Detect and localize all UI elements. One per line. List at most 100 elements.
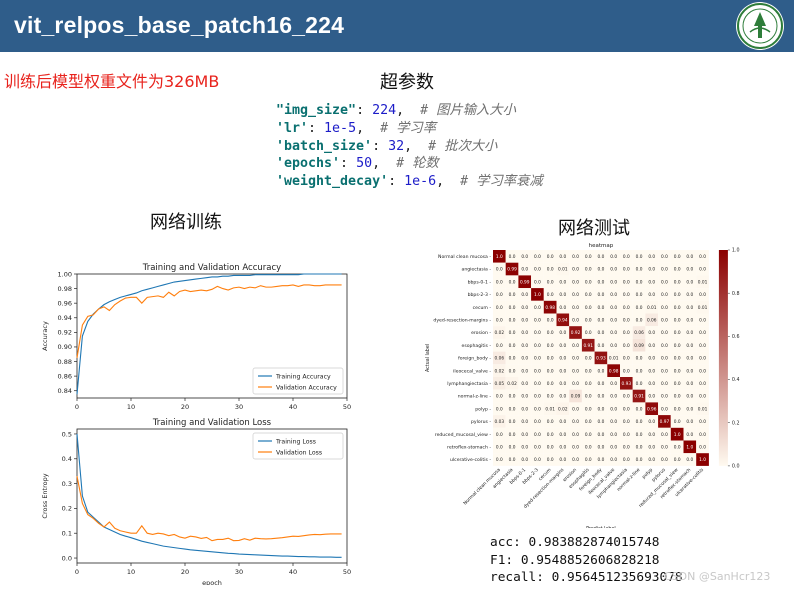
heatmap-cell-label: 0.0 [509,356,516,362]
x-tick-label: 30 [235,403,243,411]
heatmap-cell-label: 0.0 [496,444,503,450]
heatmap-cell-label: 0.0 [598,292,605,298]
heatmap-cell-label: 0.0 [585,394,592,400]
hyperparam-sep: : [340,156,357,172]
testing-section-title: 网络测试 [558,218,630,239]
heatmap-cell-label: 0.0 [534,305,541,311]
heatmap-cell-label: 0.0 [534,330,541,336]
heatmap-cell-label: 0.0 [636,254,643,260]
heatmap-cell-label: 0.0 [686,279,693,285]
heatmap-title: heatmap [589,243,614,249]
heatmap-cell-label: 0.0 [585,305,592,311]
heatmap-cell-label: 0.0 [547,279,554,285]
heatmap-cell-label: 0.0 [623,330,630,336]
x-tick-label: 50 [343,403,351,411]
heatmap-cell-label: 0.0 [686,343,693,349]
heatmap-cell-label: 0.0 [547,254,554,260]
y-tick-label: 1.00 [58,270,72,278]
heatmap-cell-label: 0.0 [585,267,592,273]
heatmap-cell-label: 0.0 [610,419,617,425]
heatmap-cell-label: 0.0 [686,457,693,463]
heatmap-cell-label: 0.93 [596,356,606,362]
heatmap-cell-label: 0.0 [521,394,528,400]
heatmap-cell-label: 0.0 [572,368,579,374]
heatmap-cell-label: 0.0 [547,394,554,400]
chart-title: Training and Validation Accuracy [142,263,281,273]
heatmap-cell-label: 0.0 [585,406,592,412]
y-tick-label: 0.98 [58,285,72,293]
heatmap-cell-label: 0.0 [623,406,630,412]
row-label: ileocecal_valve - [453,368,491,374]
heatmap-cell-label: 0.0 [496,394,503,400]
loss-chart: Training and Validation Loss 0 10 20 30 40 50 0… [41,418,351,585]
y-tick-label: 0.2 [62,505,72,513]
heatmap-cell-label: 0.01 [609,356,619,362]
heatmap-cell-label: 0.0 [572,279,579,285]
heatmap-cell-label: 0.0 [559,279,566,285]
heatmap-cell-label: 0.0 [572,292,579,298]
hyperparam-key: 'weight_decay' [276,174,389,190]
heatmap-cell-label: 0.0 [661,330,668,336]
hyperparam-comment: # 学习率衰减 [460,174,543,190]
heatmap-cell-label: 0.0 [699,394,706,400]
heatmap-cell-label: 0.0 [648,457,655,463]
heatmap-cell-label: 0.0 [496,267,503,273]
slide-header: vit_relpos_base_patch16_224 [0,0,794,52]
legend-label: Training Accuracy [275,373,331,380]
hyperparam-comma: , [356,120,381,136]
heatmap-cell-label: 0.01 [698,305,708,311]
model-size-note: 训练后模型权重文件为326MB [4,72,220,91]
heatmap-cell-label: 0.0 [661,267,668,273]
heatmap-cell-label: 0.0 [598,317,605,323]
row-label: lymphangiectasia - [447,381,491,387]
row-label: erosion - [471,330,491,336]
heatmap-cell-label: 0.0 [648,394,655,400]
x-tick-label: 30 [235,568,243,576]
heatmap-cell-label: 0.0 [521,292,528,298]
hyperparam-comment: # 批次大小 [428,138,498,154]
heatmap-cell-label: 0.0 [648,368,655,374]
heatmap-cell-label: 0.0 [636,381,643,387]
heatmap-cell-label: 0.0 [610,254,617,260]
heatmap-cell-label: 0.0 [686,394,693,400]
heatmap-cell-label: 0.0 [559,419,566,425]
heatmap-cell-label: 0.0 [661,343,668,349]
heatmap-cell-label: 0.0 [496,457,503,463]
hyperparam-comment: # 轮数 [396,156,439,172]
heatmap-cell-label: 0.0 [572,317,579,323]
slide-title: vit_relpos_base_patch16_224 [14,12,345,38]
heatmap-cell-label: 0.0 [585,356,592,362]
heatmap-cell-label: 0.0 [674,368,681,374]
heatmap-cell-label: 0.0 [610,279,617,285]
heatmap-cell-label: 0.0 [534,267,541,273]
heatmap-cell-label: 0.0 [674,381,681,387]
heatmap-cell-label: 0.0 [521,419,528,425]
heatmap-cell-label: 0.0 [636,356,643,362]
heatmap-cell-label: 0.0 [674,356,681,362]
heatmap-cell-label: 0.92 [571,330,581,336]
heatmap-cell-label: 0.0 [521,267,528,273]
heatmap-cell-label: 0.0 [585,419,592,425]
heatmap-cell-label: 0.0 [585,330,592,336]
f1-metric: F1: 0.9548852606828218 [490,552,660,568]
series-line-validation [76,284,342,358]
heatmap-cell-label: 0.96 [647,406,657,412]
hyperparam-comma: , [372,156,397,172]
hyperparam-sep: : [356,103,373,118]
heatmap-cell-label: 0.0 [521,330,528,336]
y-tick-label: 0.88 [58,358,72,366]
heatmap-cell-label: 0.0 [547,419,554,425]
y-tick-label: 0.4 [62,455,72,463]
heatmap-cell-label: 0.99 [520,279,530,285]
heatmap-cell-label: 0.0 [648,356,655,362]
heatmap-cell-label: 0.01 [545,406,555,412]
heatmap-cell-label: 0.0 [686,330,693,336]
seal-icon [737,3,783,49]
heatmap-x-label: Predict label [586,526,616,528]
heatmap-cell-label: 0.0 [623,279,630,285]
heatmap-cell-label: 0.0 [610,406,617,412]
heatmap-cell-label: 0.0 [610,317,617,323]
heatmap-cell-label: 0.0 [509,368,516,374]
heatmap-cell-label: 0.0 [598,419,605,425]
heatmap-cell-label: 0.0 [610,432,617,438]
